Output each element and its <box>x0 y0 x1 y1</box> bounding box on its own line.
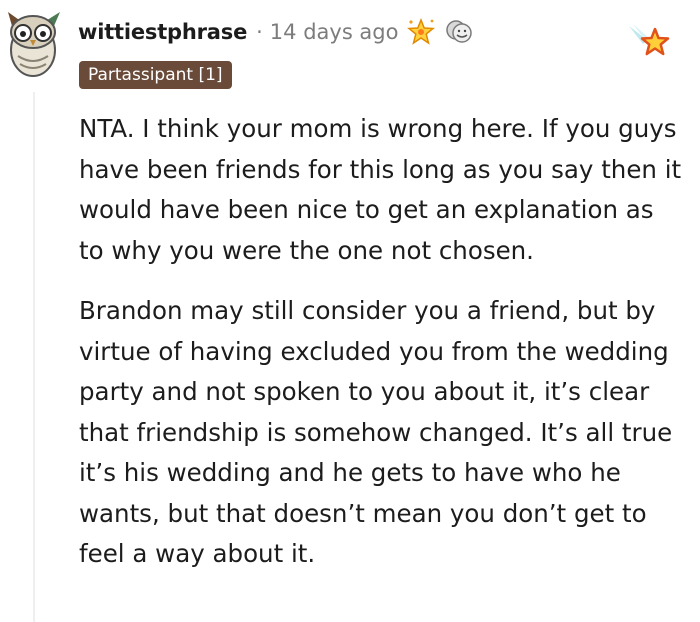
separator-dot: · <box>256 20 263 44</box>
comment-paragraph: NTA. I think your mom is wrong here. If … <box>79 114 682 265</box>
timestamp-link[interactable]: 14 days ago <box>270 20 399 44</box>
owl-avatar-icon <box>8 12 60 77</box>
rocket-star-award-icon[interactable] <box>625 20 673 68</box>
avatar[interactable] <box>4 6 62 78</box>
username-link[interactable]: wittiestphrase <box>78 20 247 44</box>
hug-award-icon[interactable] <box>444 17 474 47</box>
starstruck-award-icon[interactable] <box>406 17 436 47</box>
comment-paragraph: Brandon may still consider you a friend,… <box>79 296 673 568</box>
thread-line[interactable] <box>33 92 35 622</box>
comment-body: NTA. I think your mom is wrong here. If … <box>79 109 684 595</box>
user-flair-badge: Partassipant [1] <box>79 61 232 89</box>
comment-header: wittiestphrase · 14 days ago <box>78 14 474 50</box>
